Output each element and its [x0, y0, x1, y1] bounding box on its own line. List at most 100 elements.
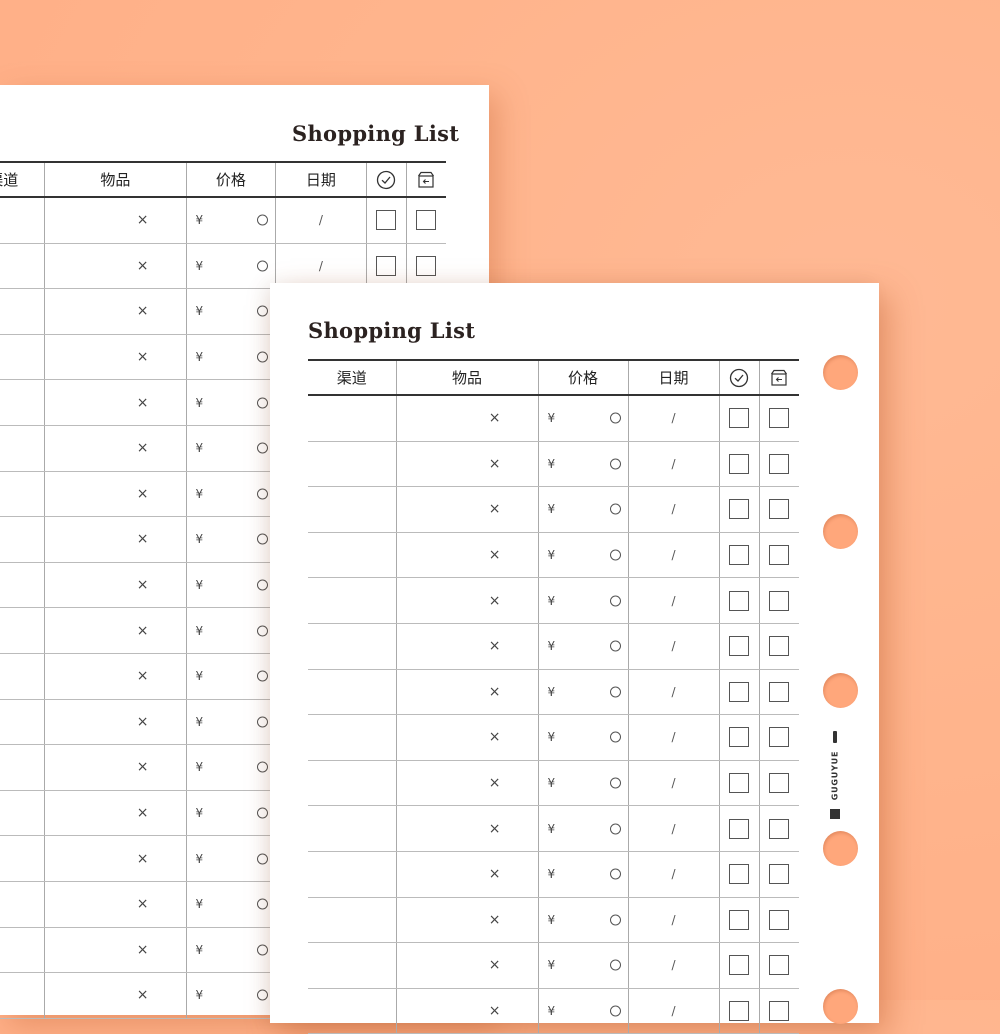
- returned-checkbox[interactable]: [769, 545, 790, 566]
- price-cell[interactable]: ¥: [185, 972, 276, 1019]
- item-cell[interactable]: ×: [44, 927, 187, 974]
- item-cell[interactable]: ×: [44, 881, 187, 928]
- price-cell[interactable]: ¥: [185, 288, 276, 335]
- returned-checkbox[interactable]: [769, 909, 790, 930]
- channel-cell[interactable]: [0, 607, 45, 654]
- channel-cell[interactable]: [0, 744, 45, 791]
- price-cell[interactable]: ¥: [537, 395, 628, 442]
- price-cell[interactable]: ¥: [537, 851, 628, 898]
- channel-cell[interactable]: [308, 760, 396, 807]
- channel-cell[interactable]: [308, 851, 396, 898]
- item-cell[interactable]: ×: [44, 197, 187, 244]
- price-cell[interactable]: ¥: [537, 897, 628, 944]
- returned-checkbox[interactable]: [769, 408, 790, 429]
- price-cell[interactable]: ¥: [185, 379, 276, 426]
- price-cell[interactable]: ¥: [537, 669, 628, 716]
- returned-checkbox[interactable]: [769, 864, 790, 885]
- item-cell[interactable]: ×: [44, 425, 187, 472]
- item-cell[interactable]: ×: [395, 988, 538, 1034]
- date-cell[interactable]: /: [627, 532, 719, 579]
- channel-cell[interactable]: [0, 197, 45, 244]
- channel-cell[interactable]: [308, 577, 396, 624]
- done-checkbox[interactable]: [729, 864, 749, 885]
- item-cell[interactable]: ×: [44, 699, 187, 746]
- done-checkbox[interactable]: [729, 590, 749, 611]
- price-cell[interactable]: ¥: [185, 790, 276, 837]
- channel-cell[interactable]: [0, 379, 45, 426]
- price-cell[interactable]: ¥: [185, 197, 276, 244]
- item-cell[interactable]: ×: [395, 851, 538, 898]
- done-checkbox[interactable]: [376, 210, 397, 231]
- date-cell[interactable]: /: [275, 243, 367, 290]
- returned-checkbox[interactable]: [769, 727, 790, 748]
- date-cell[interactable]: /: [627, 486, 719, 533]
- item-cell[interactable]: ×: [395, 805, 538, 852]
- item-cell[interactable]: ×: [395, 714, 538, 761]
- price-cell[interactable]: ¥: [537, 805, 628, 852]
- price-cell[interactable]: ¥: [537, 623, 628, 670]
- returned-checkbox[interactable]: [769, 453, 790, 474]
- price-cell[interactable]: ¥: [185, 699, 276, 746]
- price-cell[interactable]: ¥: [185, 562, 276, 609]
- item-cell[interactable]: ×: [44, 379, 187, 426]
- channel-cell[interactable]: [308, 988, 396, 1034]
- item-cell[interactable]: ×: [395, 395, 538, 442]
- date-cell[interactable]: /: [627, 714, 719, 761]
- returned-checkbox[interactable]: [769, 590, 790, 611]
- price-cell[interactable]: ¥: [537, 988, 628, 1034]
- item-cell[interactable]: ×: [44, 471, 187, 518]
- channel-cell[interactable]: [0, 790, 45, 837]
- done-checkbox[interactable]: [729, 499, 749, 520]
- channel-cell[interactable]: [308, 532, 396, 579]
- item-cell[interactable]: ×: [395, 897, 538, 944]
- channel-cell[interactable]: [308, 897, 396, 944]
- item-cell[interactable]: ×: [44, 243, 187, 290]
- item-cell[interactable]: ×: [44, 288, 187, 335]
- channel-cell[interactable]: [308, 714, 396, 761]
- price-cell[interactable]: ¥: [185, 425, 276, 472]
- channel-cell[interactable]: [308, 441, 396, 488]
- returned-checkbox[interactable]: [416, 255, 437, 276]
- returned-checkbox[interactable]: [769, 636, 790, 657]
- channel-cell[interactable]: [0, 288, 45, 335]
- returned-checkbox[interactable]: [769, 681, 790, 702]
- channel-cell[interactable]: [0, 425, 45, 472]
- price-cell[interactable]: ¥: [537, 486, 628, 533]
- channel-cell[interactable]: [0, 334, 45, 381]
- channel-cell[interactable]: [0, 243, 45, 290]
- price-cell[interactable]: ¥: [185, 881, 276, 928]
- date-cell[interactable]: /: [627, 760, 719, 807]
- done-checkbox[interactable]: [729, 408, 749, 429]
- done-checkbox[interactable]: [729, 773, 749, 794]
- channel-cell[interactable]: [308, 623, 396, 670]
- returned-checkbox[interactable]: [769, 499, 790, 520]
- price-cell[interactable]: ¥: [185, 653, 276, 700]
- item-cell[interactable]: ×: [395, 577, 538, 624]
- price-cell[interactable]: ¥: [537, 714, 628, 761]
- channel-cell[interactable]: [0, 881, 45, 928]
- date-cell[interactable]: /: [627, 669, 719, 716]
- item-cell[interactable]: ×: [44, 516, 187, 563]
- done-checkbox[interactable]: [729, 1001, 749, 1022]
- item-cell[interactable]: ×: [44, 562, 187, 609]
- item-cell[interactable]: ×: [44, 790, 187, 837]
- done-checkbox[interactable]: [729, 636, 749, 657]
- returned-checkbox[interactable]: [769, 1001, 790, 1022]
- channel-cell[interactable]: [0, 516, 45, 563]
- channel-cell[interactable]: [308, 669, 396, 716]
- date-cell[interactable]: /: [627, 441, 719, 488]
- date-cell[interactable]: /: [627, 851, 719, 898]
- date-cell[interactable]: /: [627, 988, 719, 1034]
- channel-cell[interactable]: [308, 486, 396, 533]
- date-cell[interactable]: /: [627, 805, 719, 852]
- date-cell[interactable]: /: [275, 197, 367, 244]
- channel-cell[interactable]: [0, 653, 45, 700]
- item-cell[interactable]: ×: [44, 607, 187, 654]
- item-cell[interactable]: ×: [395, 623, 538, 670]
- price-cell[interactable]: ¥: [185, 744, 276, 791]
- item-cell[interactable]: ×: [395, 532, 538, 579]
- done-checkbox[interactable]: [729, 909, 749, 930]
- date-cell[interactable]: /: [627, 942, 719, 989]
- done-checkbox[interactable]: [729, 545, 749, 566]
- price-cell[interactable]: ¥: [185, 927, 276, 974]
